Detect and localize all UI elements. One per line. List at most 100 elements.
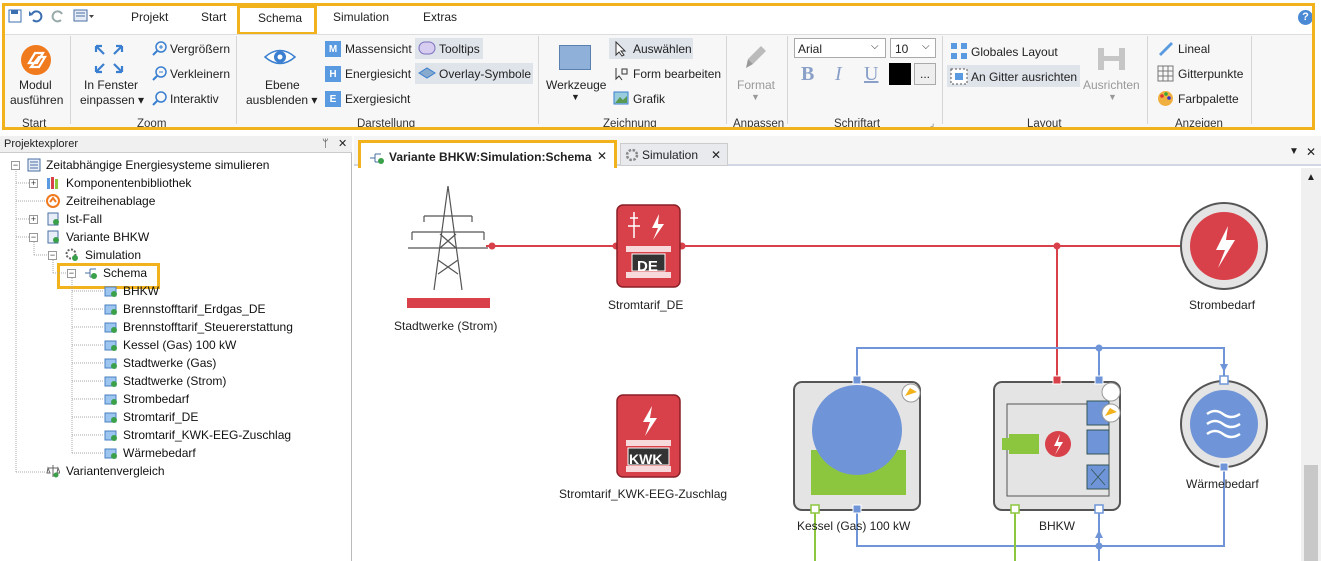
tree-item-waermebedarf[interactable]: Wärmebedarf — [123, 444, 196, 462]
grid-points-icon[interactable] — [1157, 65, 1174, 82]
tree-item-kessel[interactable]: Kessel (Gas) 100 kW — [123, 336, 236, 354]
scroll-thumb[interactable] — [1304, 465, 1318, 561]
close-document-icon[interactable]: ✕ — [1306, 145, 1316, 159]
tab-simulation[interactable]: Simulation — [333, 10, 389, 24]
font-color-swatch[interactable] — [889, 63, 911, 85]
underline-button[interactable]: U — [864, 63, 878, 86]
port-square[interactable] — [810, 504, 820, 514]
color-palette-icon[interactable] — [1157, 90, 1174, 107]
doc-tab-simulation[interactable]: Simulation ✕ — [620, 143, 728, 166]
run-module-line1[interactable]: Modul — [19, 78, 52, 92]
graphic-label[interactable]: Grafik — [633, 92, 665, 106]
run-module-line2[interactable]: ausführen — [10, 93, 63, 107]
tree-item-stromtarif-kwk[interactable]: Stromtarif_KWK-EEG-Zuschlag — [123, 426, 291, 444]
grid-points-label[interactable]: Gitterpunkte — [1178, 67, 1243, 81]
tools-label[interactable]: Werkzeuge — [546, 78, 606, 92]
bhkw-node[interactable] — [993, 381, 1121, 511]
tree-item-stromtarif-de[interactable]: Stromtarif_DE — [123, 408, 198, 426]
tab-extras[interactable]: Extras — [423, 10, 457, 24]
font-size-select[interactable]: 10 ⌵ — [890, 38, 936, 58]
port-square[interactable] — [1052, 375, 1062, 385]
ruler-icon[interactable] — [1157, 40, 1174, 57]
tools-icon[interactable] — [559, 45, 591, 70]
graphic-icon[interactable] — [613, 90, 629, 106]
edit-shape-label[interactable]: Form bearbeiten — [633, 67, 721, 81]
eye-icon[interactable] — [262, 42, 298, 72]
snap-to-grid-label[interactable]: An Gitter ausrichten — [971, 70, 1077, 84]
zoom-out-label[interactable]: Verkleinern — [170, 67, 230, 81]
interactive-zoom-icon[interactable] — [151, 90, 168, 107]
waermebedarf-node[interactable] — [1180, 380, 1268, 468]
junction-dot[interactable] — [1053, 242, 1061, 250]
stadtwerke-strom-bar[interactable] — [407, 298, 490, 308]
energy-view-icon[interactable]: H — [325, 66, 341, 82]
redo-icon[interactable] — [50, 8, 66, 24]
vertical-scrollbar[interactable]: ▲ — [1301, 168, 1321, 561]
strombedarf-node[interactable] — [1180, 202, 1268, 290]
port-square[interactable] — [1219, 462, 1229, 472]
close-icon[interactable]: ✕ — [338, 136, 347, 152]
tree-item-brennstoff-erdgas[interactable]: Brennstofftarif_Erdgas_DE — [123, 300, 266, 318]
font-family-select[interactable]: Arial ⌵ — [794, 38, 886, 58]
select-tool-label[interactable]: Auswählen — [633, 42, 692, 56]
quick-access-menu-icon[interactable] — [73, 8, 94, 24]
tab-start[interactable]: Start — [201, 10, 226, 24]
exergy-view-label[interactable]: Exergiesicht — [345, 92, 410, 106]
color-palette-label[interactable]: Farbpalette — [1178, 92, 1239, 106]
close-icon[interactable]: ✕ — [597, 149, 607, 163]
undo-icon[interactable] — [28, 8, 44, 24]
junction-dot[interactable] — [1095, 344, 1103, 352]
exergy-view-icon[interactable]: E — [325, 91, 341, 107]
tab-schema[interactable]: Schema — [237, 5, 317, 35]
mass-view-label[interactable]: Massensicht — [345, 42, 412, 56]
tree-item-strombedarf[interactable]: Strombedarf — [123, 390, 189, 408]
heat-supply-line[interactable] — [856, 347, 1225, 380]
pylon-icon[interactable] — [408, 185, 488, 291]
overlay-symbols-label[interactable]: Overlay-Symbole — [439, 67, 531, 81]
global-layout-label[interactable]: Globales Layout — [971, 45, 1058, 59]
junction-dot[interactable] — [1095, 542, 1103, 550]
port-square[interactable] — [1010, 504, 1020, 514]
port-square[interactable] — [1219, 375, 1229, 385]
bold-button[interactable]: B — [801, 63, 814, 86]
tree-item-stadtwerke-strom[interactable]: Stadtwerke (Strom) — [123, 372, 226, 390]
help-icon[interactable]: ? — [1298, 10, 1313, 25]
scroll-up-icon[interactable]: ▲ — [1306, 172, 1316, 183]
tab-projekt[interactable]: Projekt — [131, 10, 168, 24]
energy-view-label[interactable]: Energiesicht — [345, 67, 411, 81]
dialog-launcher-icon[interactable]: ⌟ — [930, 118, 934, 129]
interactive-zoom-label[interactable]: Interaktiv — [170, 92, 219, 106]
fit-window-line1[interactable]: In Fenster — [84, 78, 138, 92]
close-icon[interactable]: ✕ — [711, 148, 721, 162]
fit-window-icon[interactable] — [92, 42, 126, 76]
mass-view-icon[interactable]: M — [325, 41, 341, 57]
port-square[interactable] — [1094, 504, 1104, 514]
kessel-node[interactable] — [793, 381, 921, 511]
tree-item-stadtwerke-gas[interactable]: Stadtwerke (Gas) — [123, 354, 216, 372]
zoom-in-label[interactable]: Vergrößern — [170, 42, 230, 56]
global-layout-icon[interactable] — [950, 42, 968, 60]
more-font-options-button[interactable]: ... — [914, 63, 936, 85]
port-square[interactable] — [1094, 375, 1104, 385]
group-label-start: Start — [22, 118, 47, 130]
tree-item-brennstoff-steuer[interactable]: Brennstofftarif_Steuererstattung — [123, 318, 293, 336]
port-square[interactable] — [852, 375, 862, 385]
save-icon[interactable] — [7, 8, 23, 24]
fit-window-line2[interactable]: einpassen ▾ — [80, 93, 144, 107]
align-label: Ausrichten — [1083, 78, 1140, 92]
port-dot[interactable] — [488, 242, 496, 250]
pin-icon[interactable]: ᛘ — [322, 136, 329, 152]
zoom-in-icon[interactable] — [151, 40, 168, 57]
zoom-out-icon[interactable] — [151, 65, 168, 82]
port-square[interactable] — [852, 504, 862, 514]
hide-layer-line1[interactable]: Ebene — [265, 78, 300, 92]
tree-item-bhkw[interactable]: BHKW — [123, 282, 159, 300]
ruler-label[interactable]: Lineal — [1178, 42, 1210, 56]
edit-shape-icon[interactable] — [613, 65, 629, 82]
tooltips-label[interactable]: Tooltips — [439, 42, 480, 56]
tab-list-dropdown-icon[interactable]: ▼ — [1289, 146, 1299, 157]
italic-button[interactable]: I — [835, 63, 842, 86]
hide-layer-line2[interactable]: ausblenden ▾ — [246, 93, 317, 107]
tools-dropdown-icon[interactable]: ▼ — [571, 92, 580, 102]
run-module-icon[interactable] — [18, 42, 54, 78]
